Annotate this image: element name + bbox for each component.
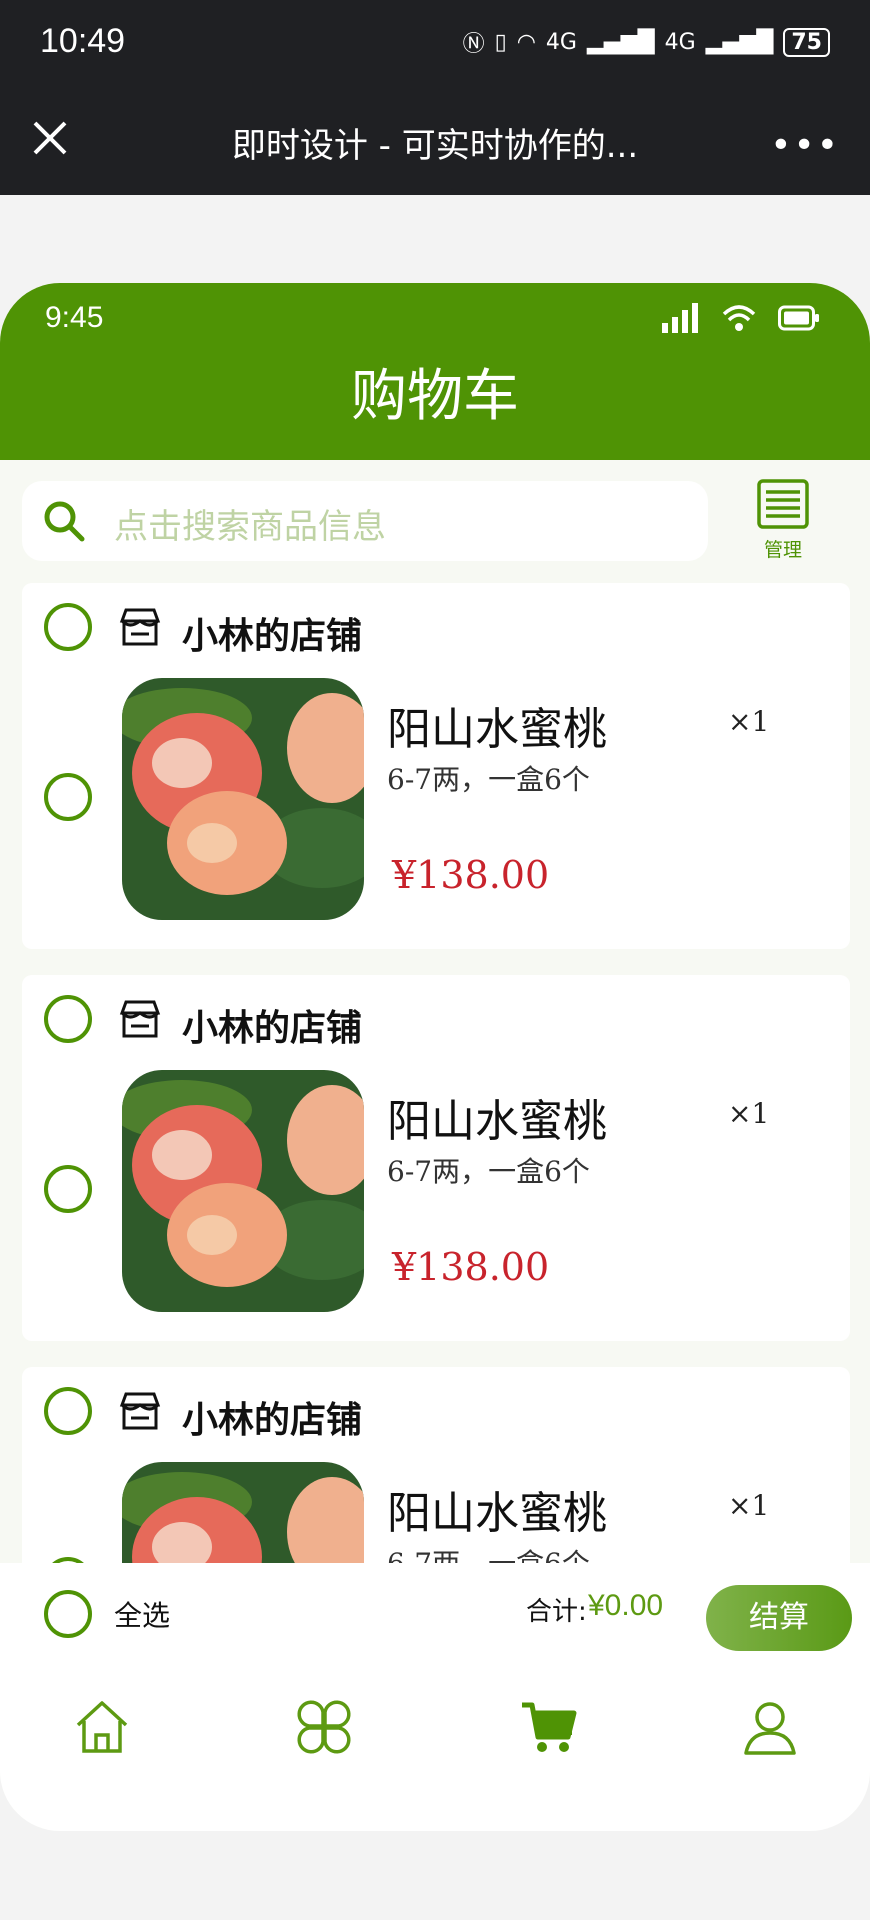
battery-indicator: 75 xyxy=(783,27,830,57)
peach-image xyxy=(122,1070,364,1312)
category-icon xyxy=(297,1700,351,1754)
product-quantity: ×1 xyxy=(728,705,770,738)
signal-icon xyxy=(662,303,698,333)
app-status-icons xyxy=(662,303,820,333)
search-input[interactable]: 点击搜索商品信息 xyxy=(22,481,708,561)
battery-icon xyxy=(778,305,819,331)
tab-home[interactable] xyxy=(72,1697,132,1757)
product-name: 阳山水蜜桃 xyxy=(387,1488,607,1539)
app-frame: 9:45 购物车 点击搜索商品信息 管理 小林的店铺 阳山水蜜桃 ×1 6-7两… xyxy=(0,283,870,1831)
wifi-icon: ◠ xyxy=(516,29,536,55)
app-time: 9:45 xyxy=(45,301,104,334)
product-price: ¥138.00 xyxy=(392,1245,550,1289)
signal-label: 4G xyxy=(545,29,577,55)
manage-label: 管理 xyxy=(763,539,802,561)
select-all-label: 全选 xyxy=(114,1599,171,1632)
bottom-tab-bar xyxy=(0,1665,870,1831)
store-name: 小林的店铺 xyxy=(182,1400,363,1441)
search-icon xyxy=(44,501,85,542)
total-label: 合计: xyxy=(526,1597,587,1627)
store-name: 小林的店铺 xyxy=(182,1008,363,1049)
webview-header: 10:49 Ⓝ ▯ ◠ 4G ▂▄▆█ 4G ▂▄▆█ 75 即时设计 - 可实… xyxy=(0,0,870,195)
manage-button[interactable]: 管理 xyxy=(755,479,811,562)
home-icon xyxy=(76,1701,128,1753)
checkout-button[interactable]: 结算 xyxy=(706,1585,852,1651)
search-placeholder: 点击搜索商品信息 xyxy=(114,507,386,547)
store-icon xyxy=(119,1392,161,1430)
store-select-radio[interactable] xyxy=(44,995,92,1043)
store-icon xyxy=(119,608,161,646)
vibrate-icon: ▯ xyxy=(494,29,507,55)
product-price: ¥138.00 xyxy=(392,853,550,897)
os-time: 10:49 xyxy=(40,22,126,60)
product-quantity: ×1 xyxy=(728,1489,770,1522)
wifi-icon xyxy=(722,305,756,331)
product-name: 阳山水蜜桃 xyxy=(387,1096,607,1147)
product-name: 阳山水蜜桃 xyxy=(387,704,607,755)
more-button[interactable]: ••• xyxy=(770,125,840,166)
list-manage-icon xyxy=(757,479,809,529)
signal-icon: ▂▄▆█ xyxy=(705,29,774,55)
product-image[interactable] xyxy=(122,678,364,920)
total-value: ¥0.00 xyxy=(588,1589,664,1622)
signal-icon: ▂▄▆█ xyxy=(586,29,655,55)
cart-store-card: 小林的店铺 阳山水蜜桃 ×1 6-7两，一盒6个 ¥138.00 xyxy=(22,975,850,1341)
product-spec: 6-7两，一盒6个 xyxy=(387,1155,590,1188)
signal-label: 4G xyxy=(664,29,696,55)
nfc-icon: Ⓝ xyxy=(462,32,485,57)
item-select-radio[interactable] xyxy=(44,773,92,821)
cart-store-card: 小林的店铺 阳山水蜜桃 ×1 6-7两，一盒6个 ¥138.00 xyxy=(22,583,850,949)
cart-icon xyxy=(522,1702,577,1752)
app-header: 9:45 购物车 xyxy=(0,283,870,460)
user-icon xyxy=(744,1702,796,1755)
checkout-bar: 全选 合计: ¥0.00 结算 xyxy=(0,1563,870,1665)
item-select-radio[interactable] xyxy=(44,1165,92,1213)
select-all-radio[interactable] xyxy=(44,1590,92,1638)
webview-title: 即时设计 - 可实时协作的... xyxy=(231,126,639,166)
tab-category[interactable] xyxy=(294,1697,354,1757)
product-image[interactable] xyxy=(122,1070,364,1312)
store-select-radio[interactable] xyxy=(44,1387,92,1435)
page-title: 购物车 xyxy=(351,364,519,429)
tab-cart[interactable] xyxy=(518,1697,578,1757)
peach-image xyxy=(122,678,364,920)
store-name: 小林的店铺 xyxy=(182,616,363,657)
tab-profile[interactable] xyxy=(740,1697,800,1757)
product-spec: 6-7两，一盒6个 xyxy=(387,763,590,796)
product-quantity: ×1 xyxy=(728,1097,770,1130)
store-select-radio[interactable] xyxy=(44,603,92,651)
store-icon xyxy=(119,1000,161,1038)
os-status-icons: Ⓝ ▯ ◠ 4G ▂▄▆█ 4G ▂▄▆█ 75 xyxy=(463,26,830,58)
